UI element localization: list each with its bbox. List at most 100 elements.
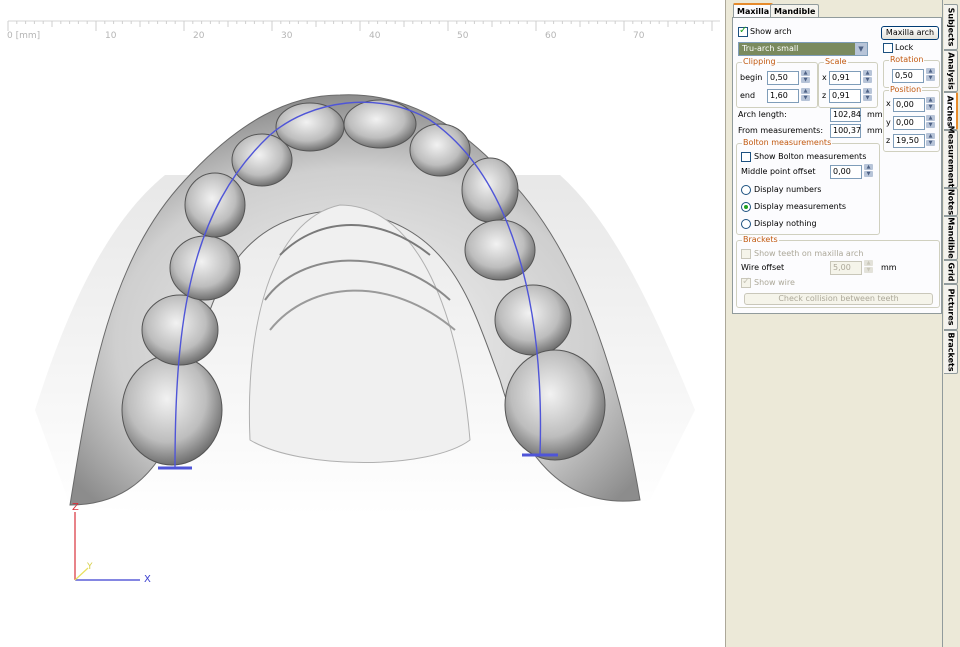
wire-offset-unit: mm [881,263,897,272]
show-bolton-checkbox[interactable] [741,152,751,162]
position-title: Position [889,85,923,95]
clipping-begin-spinner[interactable]: ▲ ▼ [801,70,810,84]
z-axis-label: Z [72,502,79,513]
side-tab-analysis-label: Analysis [946,52,955,90]
from-measurements-value: 100,37 [830,124,861,138]
show-teeth-checkbox[interactable] [741,249,751,259]
tooth-right-premolar-1 [464,219,536,281]
clipping-begin-label: begin [740,73,763,82]
wire-offset-input[interactable]: 5,00 [830,261,862,275]
clipping-begin-input[interactable]: 0,50 [767,71,799,85]
tooth-right-canine [461,157,519,223]
show-arch-label: Show arch [750,27,792,36]
wire-offset-spinner[interactable]: ▲ ▼ [864,260,873,274]
display-measurements-radio[interactable] [741,202,751,212]
rotation-title: Rotation [889,55,925,65]
ruler-ticks [7,21,713,31]
clipping-end-input[interactable]: 1,60 [767,89,799,103]
position-x-spinner[interactable]: ▲ ▼ [926,97,935,111]
lock-label: Lock [895,43,914,52]
position-z-spinner[interactable]: ▲ ▼ [926,133,935,147]
clipping-end-spinner[interactable]: ▲ ▼ [801,88,810,102]
tooth-left-molar-1 [121,354,223,466]
side-tab-mandible-label: Mandible [946,217,955,259]
scale-z-spinner[interactable]: ▲ ▼ [863,88,872,102]
scale-z-label: z [822,91,827,100]
3d-viewport[interactable]: X Z Y 0 [mm] 10 20 30 40 50 60 70 [0,0,725,647]
side-tab-arches[interactable]: Arches [944,92,958,130]
lock-checkbox[interactable] [883,43,893,53]
position-x-input[interactable]: 0,00 [893,98,925,112]
position-y-input[interactable]: 0,00 [893,116,925,130]
arches-panel: Maxilla Mandible Show arch Maxilla arch … [729,0,942,647]
brackets-title: Brackets [742,235,779,245]
bolton-group: Bolton measurements Show Bolton measurem… [736,138,880,235]
scale-title: Scale [824,57,848,67]
tooth-right-molar-1 [504,349,606,461]
side-tab-mandible[interactable]: Mandible [944,216,958,260]
rotation-spinner[interactable]: ▲ ▼ [926,68,935,82]
scale-x-spinner[interactable]: ▲ ▼ [863,70,872,84]
clipping-title: Clipping [742,57,777,67]
side-tab-subjects[interactable]: Subjects [944,4,958,50]
position-z-label: z [886,136,891,145]
position-y-spinner[interactable]: ▲ ▼ [926,115,935,129]
show-bolton-label: Show Bolton measurements [754,152,867,161]
middle-point-offset-input[interactable]: 0,00 [830,165,862,179]
display-numbers-radio[interactable] [741,185,751,195]
ruler-label: 50 [457,31,469,41]
side-tabs: Subjects Analysis Arches Measurements No… [942,0,960,647]
show-wire-checkbox[interactable] [741,276,751,288]
display-nothing-radio[interactable] [741,219,751,229]
arch-type-value: Tru-arch small [742,44,799,53]
ruler-label: 70 [633,31,645,41]
tooth-right-lateral-incisor [409,123,471,177]
side-tab-pictures-label: Pictures [946,288,955,326]
rotation-input[interactable]: 0,50 [892,69,924,83]
middle-point-offset-label: Middle point offset [741,167,816,176]
wire-offset-label: Wire offset [741,263,785,272]
position-x-label: x [886,99,891,108]
side-tab-brackets[interactable]: Brackets [944,330,958,374]
arch-length-value: 102,84 [830,108,861,122]
show-arch-checkbox[interactable] [738,25,748,37]
maxilla-tab-content: Show arch Maxilla arch Tru-arch small ▼ … [732,17,942,314]
from-measurements-unit: mm [867,126,883,135]
side-tab-brackets-label: Brackets [946,332,955,372]
side-tab-measurements-label: Measurements [946,125,955,193]
maxilla-model-scene: X Z Y [7,20,720,585]
ruler-label: 30 [281,31,293,41]
tab-mandible[interactable]: Mandible [770,4,820,18]
brackets-group: Brackets Show teeth on maxilla arch Wire… [736,235,940,308]
tooth-right-central-incisor [343,99,417,149]
side-tab-arches-label: Arches [945,95,955,127]
side-tab-notes[interactable]: Notes [944,188,958,216]
display-nothing-label: Display nothing [754,219,817,228]
rotation-group: Rotation 0,50 ▲ ▼ [883,55,940,88]
display-measurements-label: Display measurements [754,202,847,211]
side-tab-grid-label: Grid [946,262,955,282]
side-tab-notes-label: Notes [946,188,955,216]
side-tab-pictures[interactable]: Pictures [944,284,958,330]
bolton-title: Bolton measurements [742,138,833,148]
clipping-group: Clipping begin 0,50 ▲ ▼ end 1,60 ▲ ▼ [736,57,818,108]
ruler-label: 0 [mm] [7,31,41,41]
position-group: Position x 0,00 ▲ ▼ y 0,00 ▲ ▼ z 19,50 ▲ ▼ [883,85,940,152]
scale-x-input[interactable]: 0,91 [829,71,861,85]
side-tab-analysis[interactable]: Analysis [944,50,958,92]
scale-z-input[interactable]: 0,91 [829,89,861,103]
middle-point-offset-spinner[interactable]: ▲ ▼ [864,164,873,178]
chevron-down-icon[interactable]: ▼ [855,43,867,55]
position-z-input[interactable]: 19,50 [893,134,925,148]
position-y-label: y [886,118,891,127]
side-tab-measurements[interactable]: Measurements [944,126,958,192]
side-tab-subjects-label: Subjects [946,7,955,47]
arch-type-select[interactable]: Tru-arch small ▼ [738,42,868,56]
tooth-left-premolar-1 [169,235,241,301]
side-tab-grid[interactable]: Grid [944,260,958,284]
maxilla-arch-button[interactable]: Maxilla arch [881,26,939,40]
check-collision-button[interactable]: Check collision between teeth [744,293,933,305]
arch-length-unit: mm [867,110,883,119]
clipping-end-label: end [740,91,756,100]
show-wire-label: Show wire [754,278,795,287]
